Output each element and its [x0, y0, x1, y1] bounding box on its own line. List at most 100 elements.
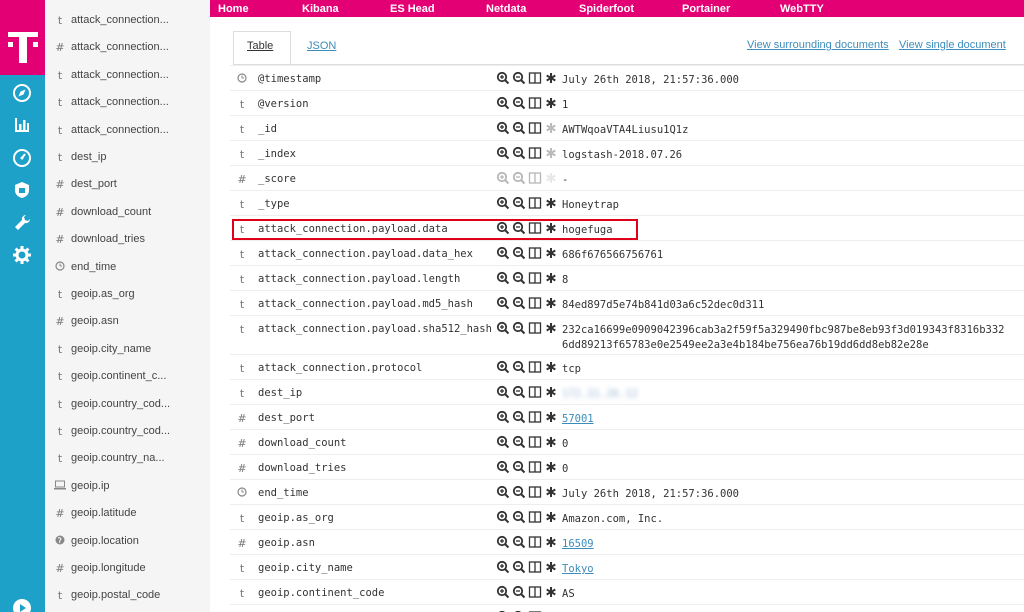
nav-portainer[interactable]: Portainer: [682, 3, 730, 15]
filter-exists-icon[interactable]: [544, 510, 558, 524]
zoom-in-icon[interactable]: [496, 385, 510, 399]
zoom-out-icon[interactable]: [512, 246, 526, 260]
field-list-item[interactable]: t attack_connection...: [45, 10, 210, 32]
zoom-out-icon[interactable]: [512, 221, 526, 235]
filter-exists-icon[interactable]: [544, 246, 558, 260]
filter-exists-icon[interactable]: [544, 321, 558, 335]
filter-exists-icon[interactable]: [544, 196, 558, 210]
toggle-column-icon[interactable]: [528, 246, 542, 260]
compass-icon[interactable]: [12, 83, 32, 103]
filter-exists-icon[interactable]: [544, 360, 558, 374]
zoom-in-icon[interactable]: [496, 485, 510, 499]
zoom-in-icon[interactable]: [496, 71, 510, 85]
zoom-in-icon[interactable]: [496, 271, 510, 285]
filter-exists-icon[interactable]: [544, 585, 558, 599]
zoom-out-icon[interactable]: [512, 585, 526, 599]
zoom-in-icon[interactable]: [496, 560, 510, 574]
field-list-item[interactable]: t geoip.as_org: [45, 284, 210, 306]
zoom-out-icon[interactable]: [512, 196, 526, 210]
zoom-out-icon[interactable]: [512, 296, 526, 310]
field-list-item[interactable]: geoip.ip: [45, 476, 210, 498]
filter-exists-icon[interactable]: [544, 296, 558, 310]
toggle-column-icon[interactable]: [528, 435, 542, 449]
view-single-link[interactable]: View single document: [899, 39, 1006, 51]
filter-exists-icon[interactable]: [544, 560, 558, 574]
dashboard-icon[interactable]: [12, 148, 32, 168]
doc-field-value[interactable]: Tokyo: [562, 562, 1008, 577]
nav-webtty[interactable]: WebTTY: [780, 3, 824, 15]
zoom-out-icon[interactable]: [512, 410, 526, 424]
zoom-out-icon[interactable]: [512, 385, 526, 399]
tab-table[interactable]: Table: [233, 31, 291, 65]
zoom-out-icon[interactable]: [512, 321, 526, 335]
nav-kibana[interactable]: Kibana: [302, 3, 339, 15]
zoom-in-icon[interactable]: [496, 585, 510, 599]
field-list-item[interactable]: t attack_connection...: [45, 65, 210, 87]
gear-icon[interactable]: [12, 245, 32, 265]
doc-field-value[interactable]: 57001: [562, 412, 1008, 427]
toggle-column-icon[interactable]: [528, 221, 542, 235]
shield-icon[interactable]: [12, 180, 32, 200]
zoom-out-icon[interactable]: [512, 121, 526, 135]
toggle-column-icon[interactable]: [528, 71, 542, 85]
filter-exists-icon[interactable]: [544, 435, 558, 449]
toggle-column-icon[interactable]: [528, 296, 542, 310]
toggle-column-icon[interactable]: [528, 410, 542, 424]
doc-field-value[interactable]: 16509: [562, 537, 1008, 552]
filter-exists-icon[interactable]: [544, 460, 558, 474]
field-list-item[interactable]: # geoip.latitude: [45, 503, 210, 525]
field-list-item[interactable]: t attack_connection...: [45, 92, 210, 114]
toggle-column-icon[interactable]: [528, 485, 542, 499]
toggle-column-icon[interactable]: [528, 271, 542, 285]
zoom-in-icon[interactable]: [496, 360, 510, 374]
play-icon[interactable]: [12, 598, 32, 612]
zoom-out-icon[interactable]: [512, 146, 526, 160]
zoom-out-icon[interactable]: [512, 460, 526, 474]
zoom-in-icon[interactable]: [496, 146, 510, 160]
toggle-column-icon[interactable]: [528, 510, 542, 524]
field-list-item[interactable]: t attack_connection...: [45, 120, 210, 142]
brand-logo[interactable]: [0, 0, 45, 75]
field-list-item[interactable]: t geoip.country_cod...: [45, 394, 210, 416]
field-list-item[interactable]: t geoip.continent_c...: [45, 366, 210, 388]
zoom-out-icon[interactable]: [512, 510, 526, 524]
toggle-column-icon[interactable]: [528, 196, 542, 210]
zoom-in-icon[interactable]: [496, 321, 510, 335]
bar-chart-icon[interactable]: [12, 115, 32, 135]
zoom-in-icon[interactable]: [496, 196, 510, 210]
zoom-in-icon[interactable]: [496, 221, 510, 235]
field-list-item[interactable]: t geoip.city_name: [45, 339, 210, 361]
zoom-out-icon[interactable]: [512, 560, 526, 574]
field-list-item[interactable]: # geoip.longitude: [45, 558, 210, 580]
field-list-item[interactable]: # dest_port: [45, 174, 210, 196]
field-list-item[interactable]: geoip.location: [45, 531, 210, 553]
zoom-out-icon[interactable]: [512, 535, 526, 549]
filter-exists-icon[interactable]: [544, 385, 558, 399]
zoom-out-icon[interactable]: [512, 435, 526, 449]
toggle-column-icon[interactable]: [528, 146, 542, 160]
field-list-item[interactable]: # download_tries: [45, 229, 210, 251]
filter-exists-icon[interactable]: [544, 96, 558, 110]
toggle-column-icon[interactable]: [528, 535, 542, 549]
nav-home[interactable]: Home: [218, 3, 249, 15]
field-list-item[interactable]: t geoip.postal_code: [45, 585, 210, 607]
field-list-item[interactable]: t geoip.country_na...: [45, 448, 210, 470]
filter-exists-icon[interactable]: [544, 535, 558, 549]
filter-exists-icon[interactable]: [544, 485, 558, 499]
filter-exists-icon[interactable]: [544, 410, 558, 424]
filter-exists-icon[interactable]: [544, 221, 558, 235]
field-list-item[interactable]: t dest_ip: [45, 147, 210, 169]
field-list-item[interactable]: t geoip.country_cod...: [45, 421, 210, 443]
wrench-icon[interactable]: [12, 213, 32, 233]
zoom-in-icon[interactable]: [496, 460, 510, 474]
view-surrounding-link[interactable]: View surrounding documents: [747, 39, 889, 51]
toggle-column-icon[interactable]: [528, 121, 542, 135]
zoom-in-icon[interactable]: [496, 296, 510, 310]
zoom-out-icon[interactable]: [512, 71, 526, 85]
zoom-in-icon[interactable]: [496, 410, 510, 424]
nav-es-head[interactable]: ES Head: [390, 3, 435, 15]
zoom-in-icon[interactable]: [496, 96, 510, 110]
toggle-column-icon[interactable]: [528, 385, 542, 399]
toggle-column-icon[interactable]: [528, 360, 542, 374]
zoom-in-icon[interactable]: [496, 121, 510, 135]
